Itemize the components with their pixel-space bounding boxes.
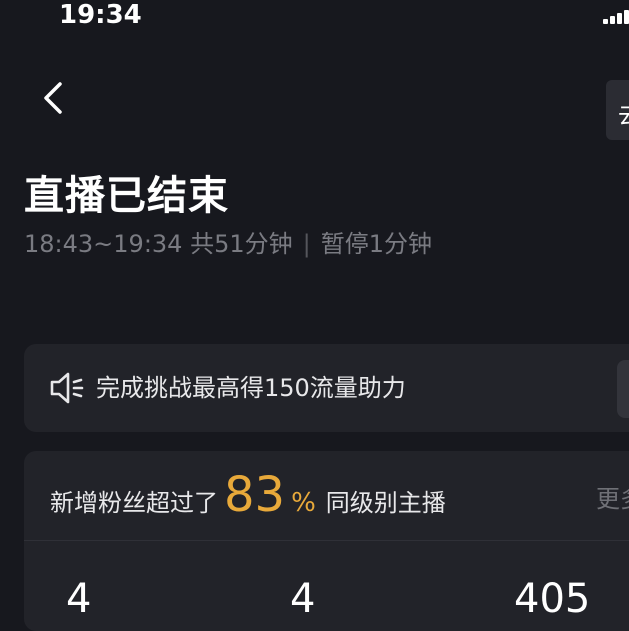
live-duration: 18:43~19:34 共51分钟 | 暂停1分钟	[24, 228, 432, 260]
divider	[24, 540, 629, 541]
top-right-button-label: 去	[618, 95, 629, 130]
stat-value-3: 405	[514, 576, 591, 622]
signal-strength-icon	[603, 10, 629, 24]
fans-summary: 新增粉丝超过了 83 % 同级别主播	[50, 467, 446, 527]
back-button[interactable]	[38, 78, 70, 118]
chevron-left-icon	[44, 82, 62, 114]
challenge-banner[interactable]: 完成挑战最高得150流量助力	[24, 344, 629, 432]
pause-duration: 暂停1分钟	[320, 230, 432, 258]
speaker-icon	[48, 368, 88, 408]
fans-suffix: 同级别主播	[325, 489, 446, 517]
fans-prefix: 新增粉丝超过了	[50, 489, 218, 517]
separator: |	[302, 230, 311, 258]
time-range: 18:43~19:34 共51分钟	[24, 230, 293, 258]
challenge-action-button[interactable]	[617, 360, 629, 418]
status-time: 19:34	[59, 0, 142, 30]
stat-value-1: 4	[66, 576, 92, 622]
stat-value-2: 4	[290, 576, 316, 622]
more-link[interactable]: 更多	[596, 479, 629, 514]
percent-sign: %	[291, 488, 316, 518]
page-title: 直播已结束	[24, 173, 229, 219]
top-right-button[interactable]: 去	[606, 80, 629, 140]
challenge-text: 完成挑战最高得150流量助力	[96, 374, 406, 402]
fans-percent: 83	[224, 467, 286, 523]
fans-card: 新增粉丝超过了 83 % 同级别主播 更多 4 4 405	[24, 451, 629, 631]
